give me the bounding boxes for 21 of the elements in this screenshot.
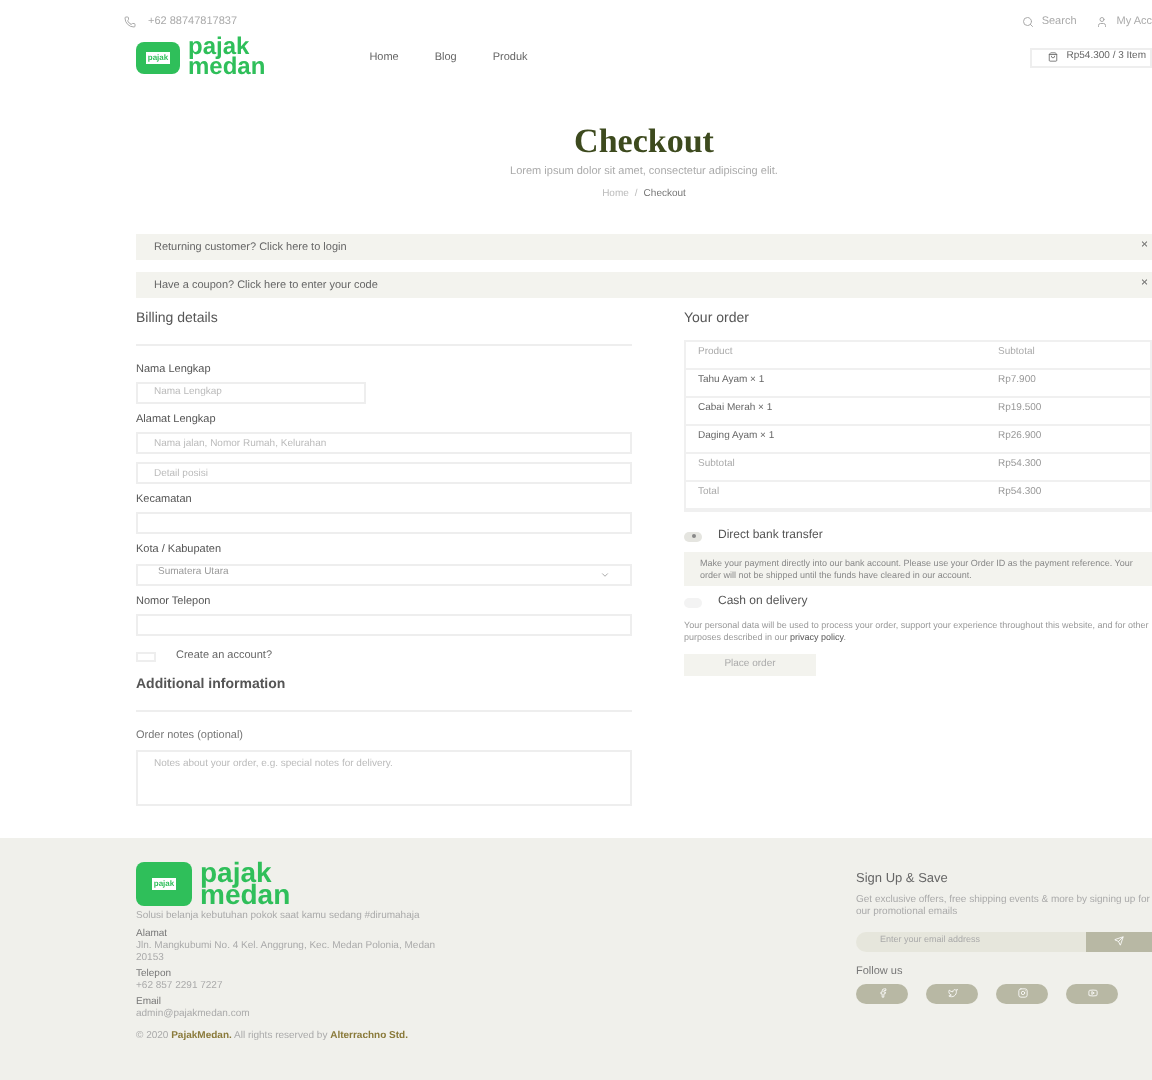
social-button[interactable] xyxy=(1066,983,1118,1004)
send-icon xyxy=(1114,936,1124,947)
play-icon xyxy=(1087,988,1097,999)
search-icon xyxy=(1021,16,1034,29)
phone-icon xyxy=(124,16,136,29)
logo-text: medan xyxy=(200,884,291,907)
social-button[interactable] xyxy=(856,983,908,1004)
logo-text: medan xyxy=(188,57,266,77)
logo-text: pajak xyxy=(188,38,250,58)
chevron-icon xyxy=(600,569,610,580)
camera-icon xyxy=(1017,988,1027,999)
social-button[interactable] xyxy=(996,983,1048,1004)
social-button[interactable] xyxy=(926,983,978,1004)
logo-text: pajak xyxy=(200,861,272,885)
bird-icon xyxy=(947,988,957,999)
user-icon xyxy=(1096,16,1109,29)
page-title: Checkout xyxy=(574,124,714,159)
facebook-icon xyxy=(877,988,887,999)
send-button[interactable] xyxy=(1086,931,1152,952)
bag-icon xyxy=(1048,52,1059,63)
radio-button[interactable] xyxy=(684,531,702,542)
